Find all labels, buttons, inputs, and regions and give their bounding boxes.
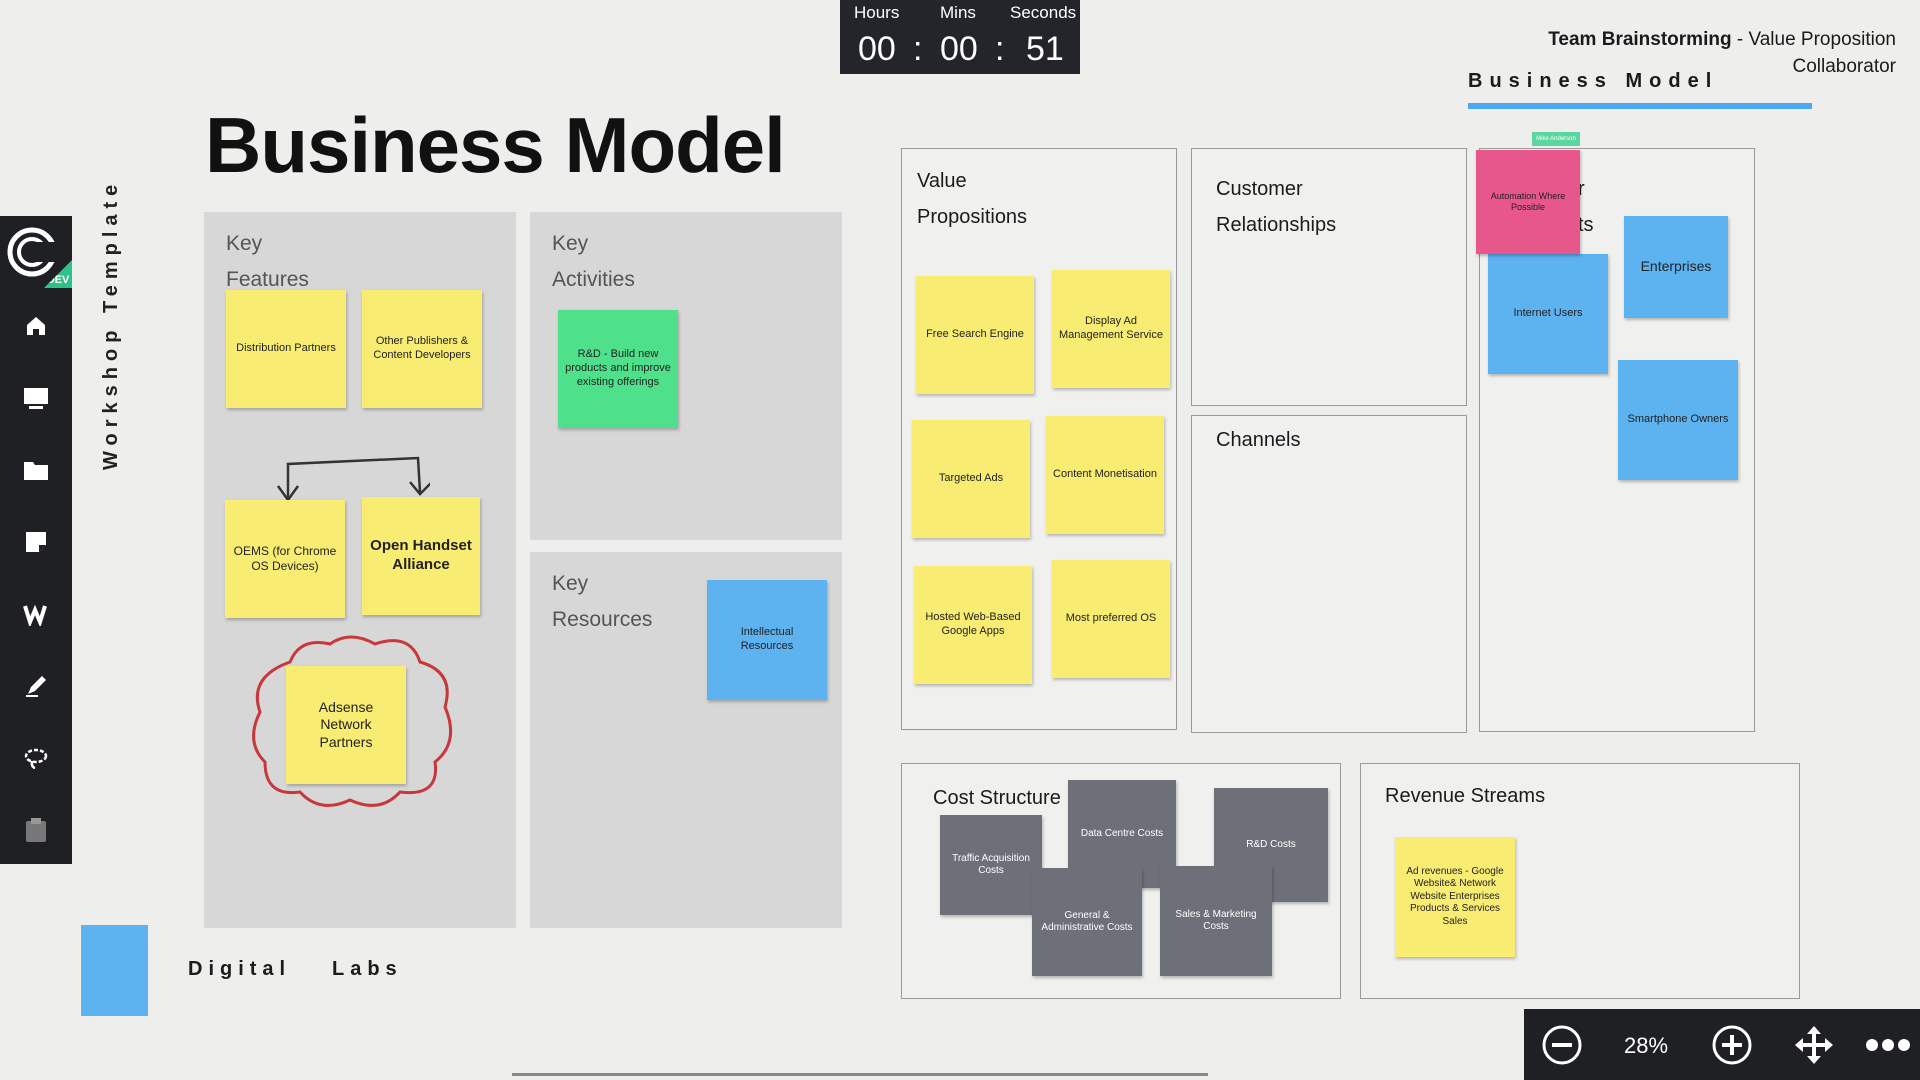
sticky-note[interactable]: Ad revenues - Google Website& Network We…: [1395, 837, 1515, 957]
seconds-value: 51: [1026, 30, 1064, 68]
active-tab-underline: [1468, 103, 1812, 109]
sticky-note[interactable]: Sales & Marketing Costs: [1160, 866, 1272, 976]
countdown-timer: Hours Mins Seconds 00 : 00 : 51: [840, 0, 1080, 74]
move-icon[interactable]: [1792, 1023, 1836, 1067]
text-icon[interactable]: [18, 596, 54, 632]
customer-segments-label-line2: ts: [1578, 214, 1594, 236]
sticky-note[interactable]: OEMS (for Chrome OS Devices): [225, 500, 345, 618]
key-activities-label-line1: Key: [552, 232, 589, 255]
channels-box[interactable]: Channels: [1191, 415, 1467, 733]
title-dash: -: [1731, 29, 1749, 50]
value-propositions-label-line1: Value: [917, 170, 967, 192]
mins-label: Mins: [940, 3, 976, 22]
sticky-note[interactable]: Targeted Ads: [912, 420, 1030, 538]
brand-square: [81, 925, 148, 1016]
key-resources-label-line1: Key: [552, 572, 589, 595]
team-name: Team Brainstorming: [1548, 29, 1732, 50]
customer-relationships-box[interactable]: Customer Relationships: [1191, 148, 1467, 406]
zoom-out-icon[interactable]: [1540, 1023, 1584, 1067]
tab-business-model[interactable]: Business Model: [1468, 70, 1718, 93]
workshop-template-label: Workshop Template: [100, 178, 122, 470]
zoom-level: 28%: [1624, 1033, 1669, 1058]
sticky-note[interactable]: Distribution Partners: [226, 290, 346, 408]
sticky-note[interactable]: Other Publishers & Content Developers: [362, 290, 482, 408]
brand-word-digital: Digital: [188, 958, 292, 980]
hours-label: Hours: [854, 3, 900, 22]
sticky-note[interactable]: Traffic Acquisition Costs: [940, 815, 1042, 915]
horizontal-scrollbar[interactable]: [512, 1073, 1208, 1076]
clipboard-icon[interactable]: [18, 812, 54, 848]
connector-arrows: [276, 456, 430, 503]
timer-separator: :: [913, 30, 923, 68]
seconds-label: Seconds: [1010, 3, 1077, 22]
sticky-note[interactable]: Most preferred OS: [1052, 560, 1170, 678]
folder-icon[interactable]: [18, 452, 54, 488]
key-activities-label-line2: Activities: [552, 268, 635, 291]
sticky-note[interactable]: Free Search Engine: [916, 276, 1034, 394]
value-propositions-label-line2: Propositions: [917, 206, 1028, 228]
sticky-note[interactable]: Intellectual Resources: [707, 580, 827, 700]
more-options-icon[interactable]: [1862, 1023, 1914, 1067]
sticky-note[interactable]: Content Monetisation: [1046, 416, 1164, 534]
zoom-in-icon[interactable]: [1710, 1023, 1754, 1067]
sticky-note[interactable]: General & Administrative Costs: [1032, 868, 1142, 976]
left-toolbar: DEV: [0, 216, 72, 864]
revenue-streams-label: Revenue Streams: [1385, 785, 1546, 807]
brand-word-labs: Labs: [332, 958, 403, 980]
key-resources-label-line2: Resources: [552, 608, 653, 631]
page-title: Business Model: [205, 101, 786, 189]
sticky-note[interactable]: Automation Where Possible: [1476, 150, 1580, 254]
sticky-note[interactable]: Smartphone Owners: [1618, 360, 1738, 480]
key-features-label-line1: Key: [226, 232, 263, 255]
customer-relationships-label-line2: Relationships: [1216, 214, 1337, 236]
sticky-note[interactable]: Internet Users: [1488, 254, 1608, 374]
sticky-note-icon[interactable]: [18, 524, 54, 560]
pen-icon[interactable]: [18, 668, 54, 704]
sticky-note[interactable]: Enterprises: [1624, 216, 1728, 318]
sticky-note[interactable]: Hosted Web-Based Google Apps: [914, 566, 1032, 684]
channels-label: Channels: [1216, 429, 1301, 451]
sticky-note[interactable]: R&D - Build new products and improve exi…: [558, 310, 678, 428]
timer-separator: :: [995, 30, 1005, 68]
note-author-tag: Mike Anderson: [1532, 132, 1580, 146]
hours-value: 00: [858, 30, 896, 68]
customer-relationships-label-line1: Customer: [1216, 178, 1303, 200]
home-icon[interactable]: [18, 308, 54, 344]
presentation-icon[interactable]: [18, 380, 54, 416]
session-subtitle-line1: Value Proposition: [1748, 29, 1896, 50]
sticky-note[interactable]: Display Ad Management Service: [1052, 270, 1170, 388]
mins-value: 00: [940, 30, 978, 68]
sticky-note[interactable]: Adsense Network Partners: [286, 666, 406, 784]
lasso-icon[interactable]: [18, 740, 54, 776]
app-logo[interactable]: DEV: [0, 216, 72, 288]
zoom-controls: 28%: [1524, 1009, 1920, 1080]
sticky-note[interactable]: Open Handset Alliance: [362, 497, 480, 615]
cost-structure-label: Cost Structure: [933, 787, 1061, 809]
